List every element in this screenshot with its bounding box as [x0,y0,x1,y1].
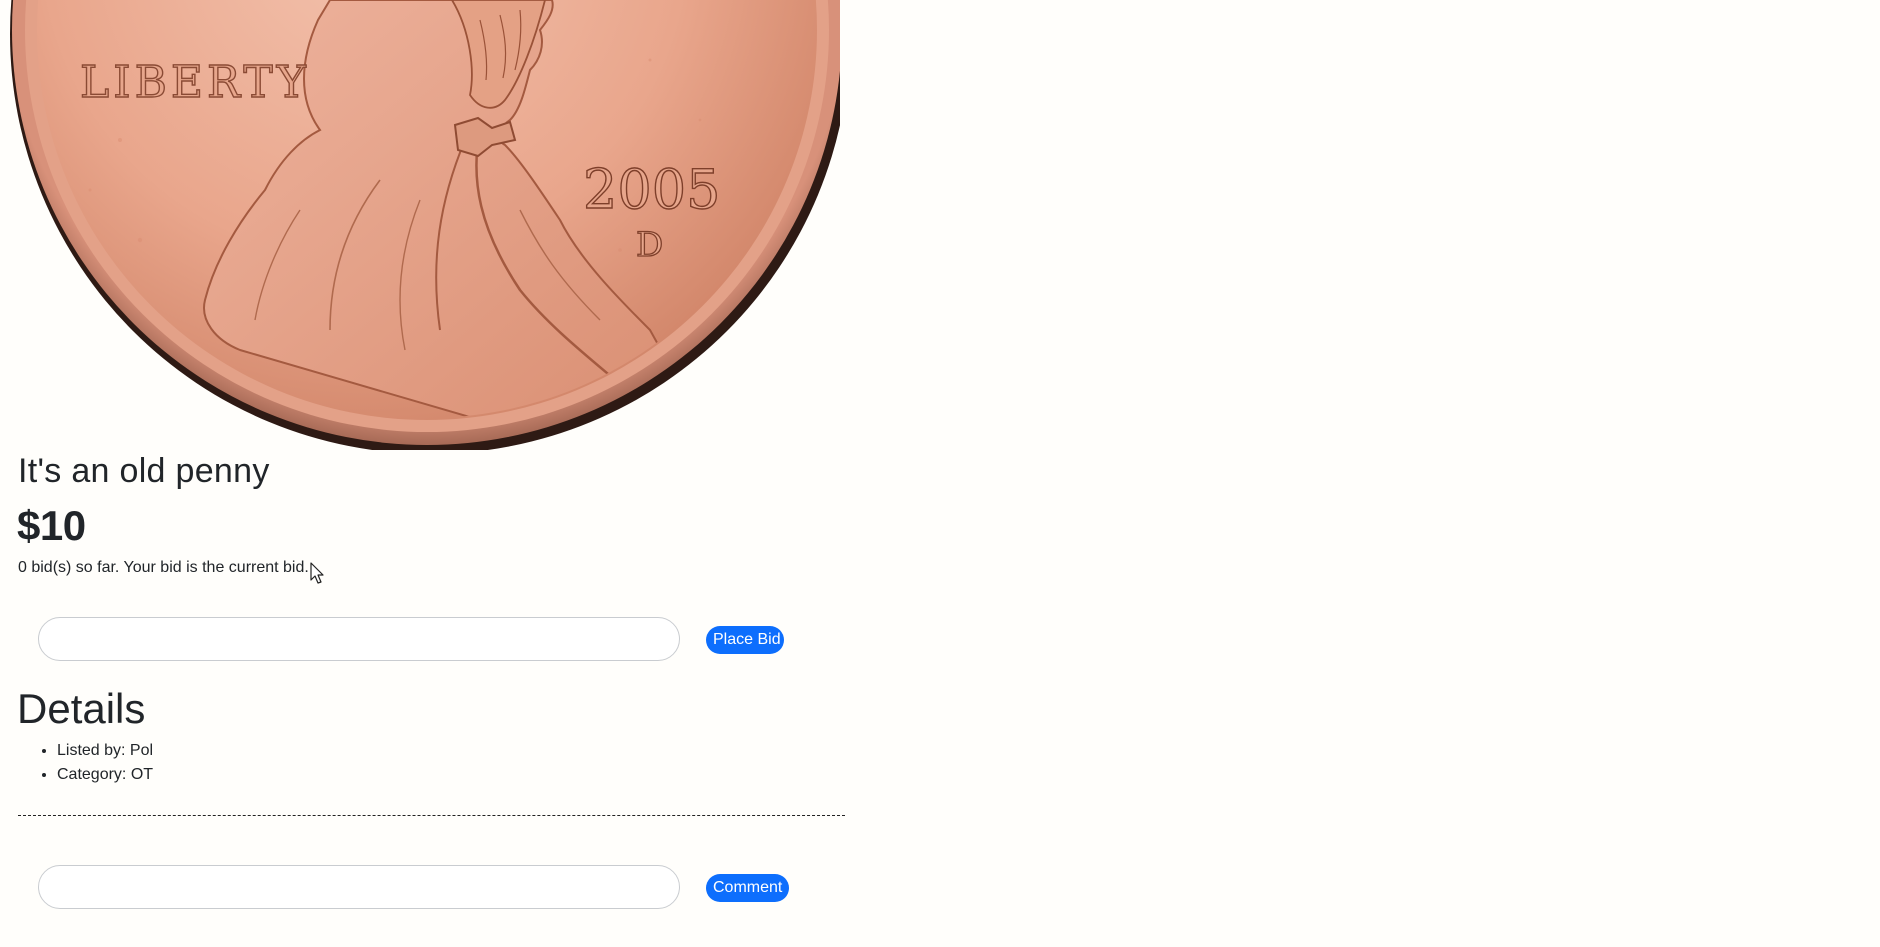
coin-year: 2005 [583,158,720,221]
comment-input[interactable] [38,865,680,909]
listing-page: LIBERTY 2005 D It's an old penny $10 0 b… [0,0,1880,947]
listing-price: $10 [17,502,86,549]
details-heading: Details [17,685,146,732]
listing-image: LIBERTY 2005 D [0,0,840,450]
bid-amount-input[interactable] [38,617,680,661]
listing-title: It's an old penny [18,452,270,490]
bid-status-text: 0 bid(s) so far. Your bid is the current… [18,559,309,576]
place-bid-button[interactable]: Place Bid [706,626,784,654]
coin-inscription: LIBERTY [80,57,310,108]
section-divider [18,815,845,816]
coin-mint-mark: D [636,225,663,265]
details-item-category: Category: OT [57,763,153,787]
penny-image: LIBERTY 2005 D [10,0,840,450]
mouse-pointer-icon [310,562,324,584]
details-list: Listed by: Pol Category: OT [18,739,153,787]
details-item-listed-by: Listed by: Pol [57,739,153,763]
comment-button[interactable]: Comment [706,874,789,902]
